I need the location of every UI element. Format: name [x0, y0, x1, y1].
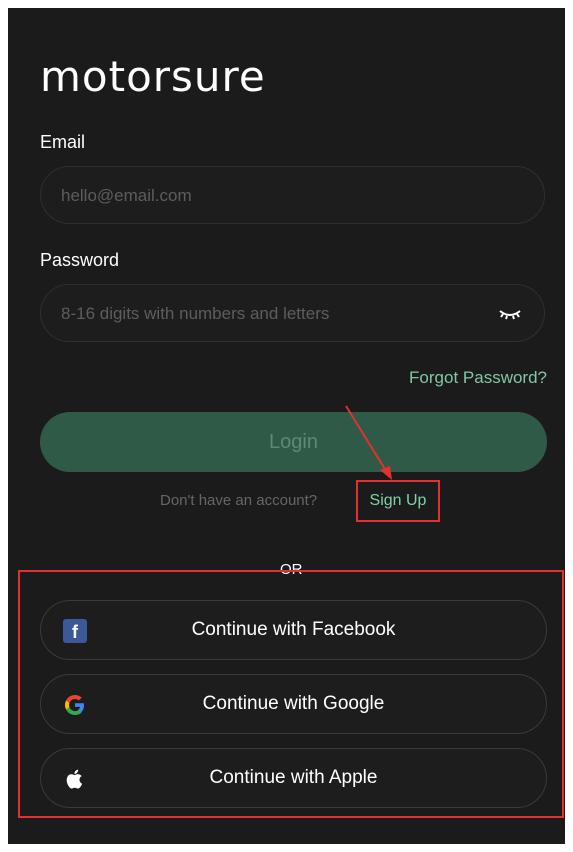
no-account-text: Don't have an account? — [160, 492, 318, 509]
social-login-highlight-box — [18, 570, 564, 818]
signup-link[interactable]: Sign Up — [356, 480, 440, 522]
